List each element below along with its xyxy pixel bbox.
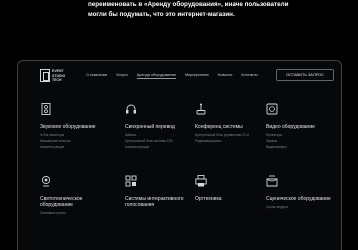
logo[interactable]: EVENT STUDIO TECH xyxy=(40,69,66,83)
nav-item-rental[interactable]: Аренда оборудования xyxy=(136,73,176,79)
card-voting[interactable]: Системы интерактивного голосования xyxy=(125,175,195,208)
request-button[interactable]: ОСТАВИТЬ ЗАПРОС xyxy=(276,69,334,81)
stage-icon xyxy=(266,175,278,187)
nav-item-services[interactable]: Услуги xyxy=(116,73,128,79)
card-office[interactable]: Оргтехника xyxy=(195,175,265,202)
video-icon xyxy=(266,103,278,115)
nav-item-news[interactable]: Новости xyxy=(218,73,233,79)
logo-text: EVENT STUDIO TECH xyxy=(52,69,66,82)
card-video[interactable]: Видео оборудование Проекторы Экраны Видеок… xyxy=(266,103,336,152)
intro-text: переименовать в «Аренду оборудования», и… xyxy=(88,1,289,18)
headset-icon xyxy=(126,104,136,114)
card-lighting[interactable]: Светотехническое оборудование Световые п… xyxy=(40,175,110,217)
conference-mic-icon xyxy=(196,103,206,115)
voting-icon xyxy=(125,175,137,187)
site-frame: EVENT STUDIO TECH О компании Услуги Арен… xyxy=(17,60,342,250)
nav-item-about[interactable]: О компании xyxy=(86,73,107,79)
card-conference[interactable]: Конференц системы Центральный блок управ… xyxy=(195,103,265,145)
speaker-icon xyxy=(41,103,51,115)
main-nav: О компании Услуги Аренда оборудования Ме… xyxy=(86,73,258,79)
light-icon xyxy=(41,175,51,187)
card-translation[interactable]: Синхронный перевод Кабины Центральный бло… xyxy=(125,103,195,152)
card-stage[interactable]: Сценическое оборудование Сцены модули xyxy=(266,175,336,211)
nav-item-contacts[interactable]: Контакты xyxy=(241,73,257,79)
nav-item-events[interactable]: Мероприятия xyxy=(185,73,209,79)
card-sound[interactable]: Звуковое оборудование In Ear мониторы Мик… xyxy=(40,103,110,152)
logo-mark xyxy=(40,69,50,82)
printer-icon xyxy=(195,175,207,187)
